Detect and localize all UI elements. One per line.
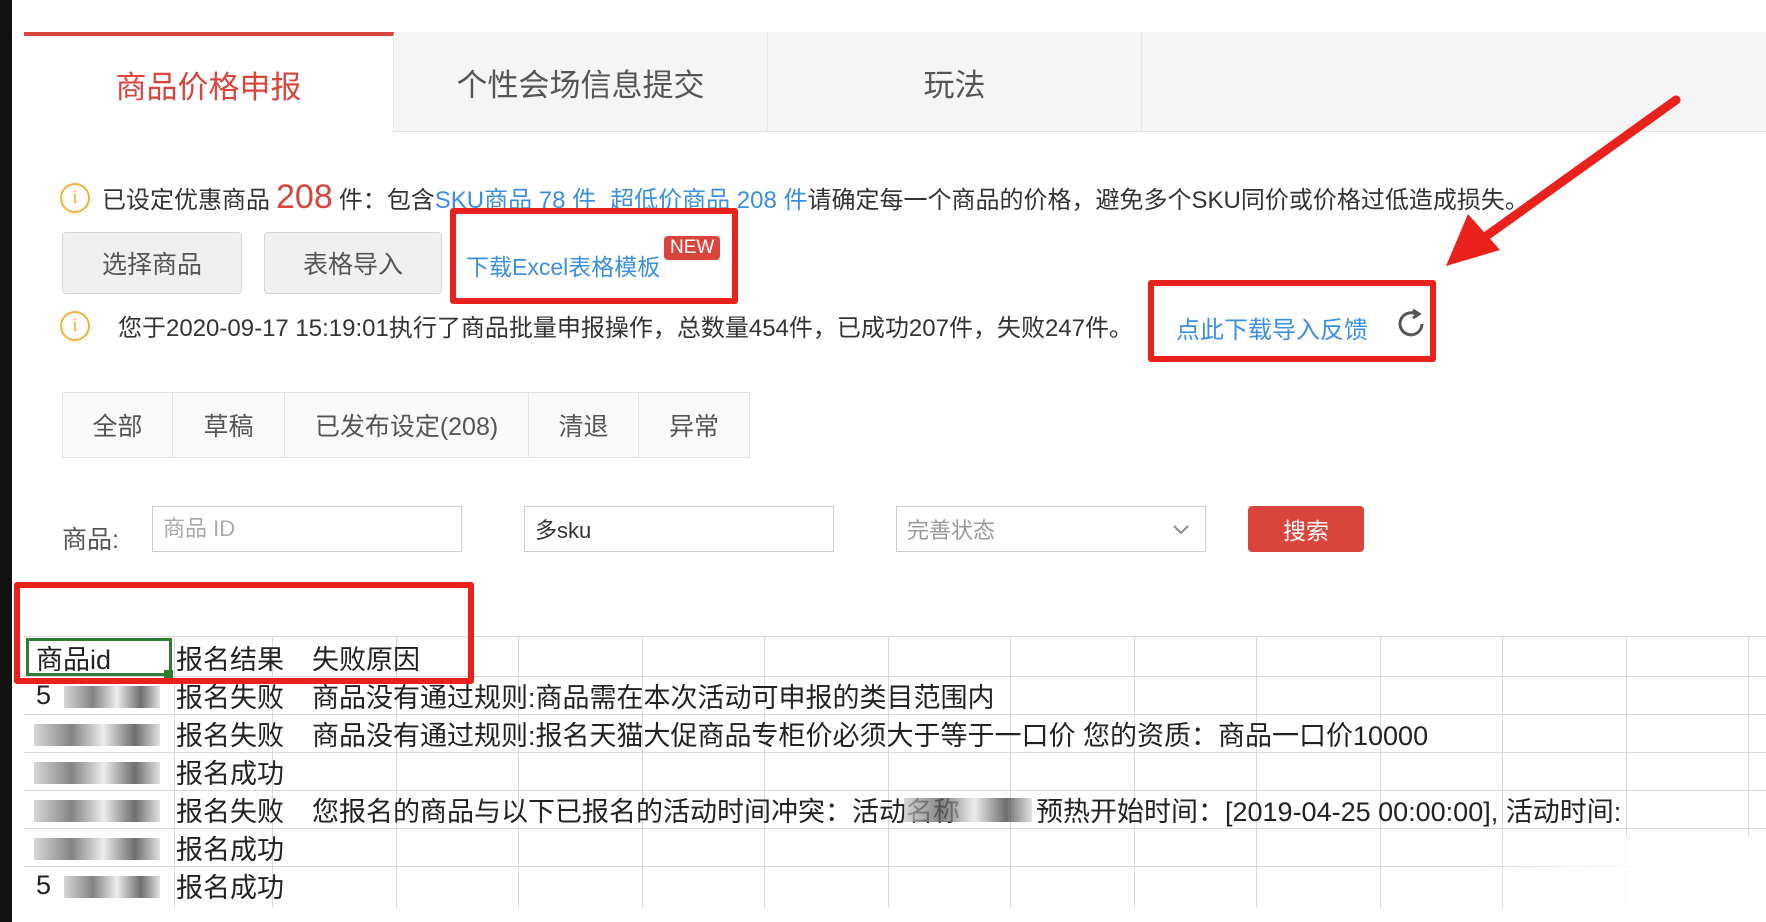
status-tab-abnormal[interactable]: 异常: [639, 393, 749, 457]
redacted-id: [64, 876, 160, 898]
status-tab-all[interactable]: 全部: [63, 393, 173, 457]
image-fade: [1480, 836, 1766, 922]
discount-summary: i 已设定优惠商品 208 件：包含 SKU商品 78 件 超低价商品 208 …: [60, 178, 1529, 217]
summary-prefix: 已设定优惠商品: [102, 187, 270, 214]
redacted-id: [34, 838, 160, 860]
redacted-activity-name: [904, 798, 1032, 822]
left-edge: [0, 0, 12, 922]
redacted-id: [34, 724, 160, 746]
row-4-result[interactable]: 报名失败: [176, 790, 308, 829]
redacted-id: [34, 800, 160, 822]
redacted-id: [64, 686, 160, 708]
status-select[interactable]: 完善状态: [896, 506, 1206, 552]
tab-venue-info[interactable]: 个性会场信息提交: [394, 32, 768, 132]
batch-message-text: 您于2020-09-17 15:19:01执行了商品批量申报操作，总数量454件…: [118, 315, 1133, 342]
table-import-button[interactable]: 表格导入: [264, 232, 442, 294]
summary-suffix: 请确定每一个商品的价格，避免多个SKU同价或价格过低造成损失。: [807, 187, 1529, 214]
row-5-result[interactable]: 报名成功: [176, 828, 308, 867]
row-2-reason[interactable]: 商品没有通过规则:报名天猫大促商品专柜价必须大于等于一口价 您的资质：商品一口价…: [312, 714, 1428, 753]
goods-id-input[interactable]: [152, 506, 462, 552]
status-tab-published[interactable]: 已发布设定(208): [285, 393, 529, 457]
goods-label: 商品:: [62, 526, 119, 554]
batch-result-message: i 您于2020-09-17 15:19:01执行了商品批量申报操作，总数量45…: [60, 308, 1133, 343]
tab-price-declaration[interactable]: 商品价格申报: [24, 32, 394, 133]
row-4-reason[interactable]: 您报名的商品与以下已报名的活动时间冲突：活动名称: [312, 790, 960, 829]
redacted-id: [34, 762, 160, 784]
annotation-box-template: [450, 208, 738, 304]
status-tabs: 全部 草稿 已发布设定(208) 清退 异常: [62, 392, 750, 458]
status-tab-removed[interactable]: 清退: [529, 393, 639, 457]
select-goods-button[interactable]: 选择商品: [62, 232, 242, 294]
search-button[interactable]: 搜索: [1248, 506, 1364, 552]
tab-gameplay[interactable]: 玩法: [768, 32, 1142, 132]
info-icon: i: [60, 182, 90, 213]
sku-input[interactable]: [524, 506, 834, 552]
summary-unit: 件：包含: [338, 187, 435, 214]
annotation-box-header: [14, 582, 474, 684]
row-4-reason-tail[interactable]: 预热开始时间：[2019-04-25 00:00:00], 活动时间:: [1036, 790, 1621, 829]
status-select-placeholder: 完善状态: [907, 518, 996, 543]
status-tab-draft[interactable]: 草稿: [173, 393, 285, 457]
chevron-down-icon: [1173, 525, 1189, 535]
row-6-result[interactable]: 报名成功: [176, 866, 308, 905]
row-2-result[interactable]: 报名失败: [176, 714, 308, 753]
discount-count: 208: [276, 178, 333, 216]
annotation-box-feedback: [1148, 280, 1436, 362]
row-3-result[interactable]: 报名成功: [176, 752, 308, 791]
tab-bar: 商品价格申报 个性会场信息提交 玩法: [24, 32, 1766, 133]
info-icon: i: [60, 310, 90, 341]
